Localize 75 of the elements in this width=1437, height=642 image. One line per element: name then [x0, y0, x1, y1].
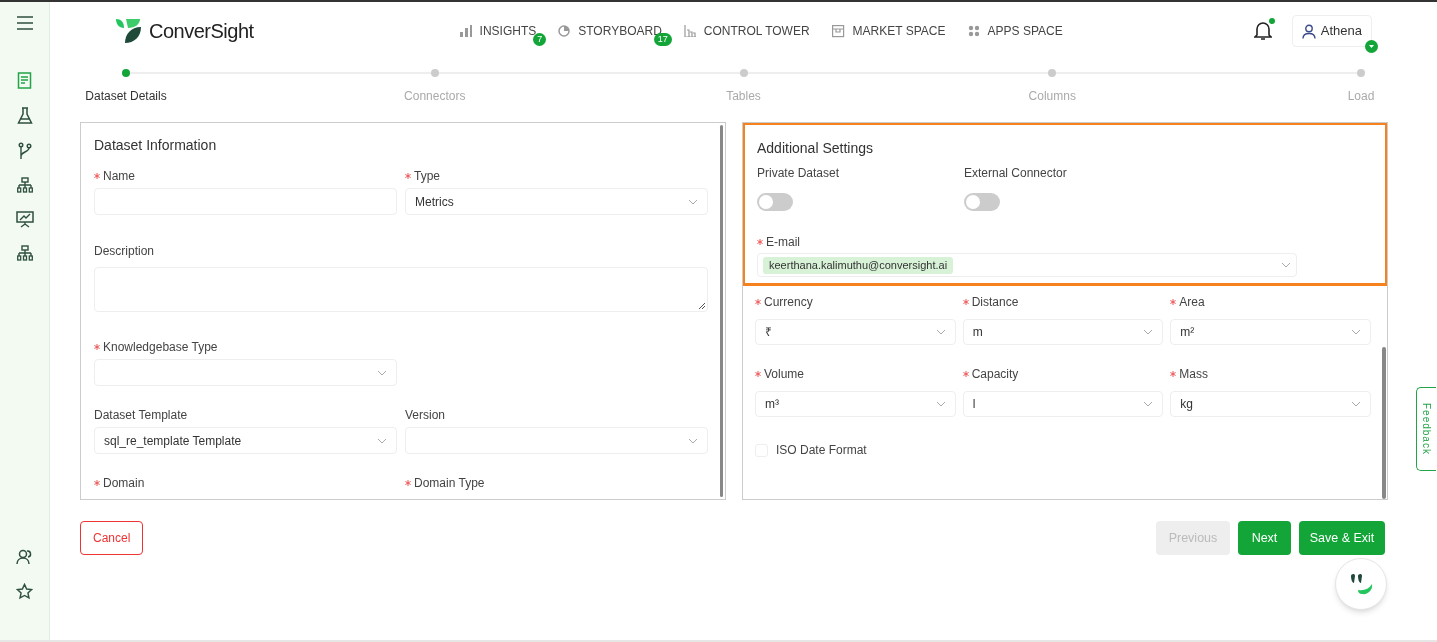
toggle-switch[interactable] [757, 193, 793, 211]
select-field[interactable]: kg [1170, 391, 1371, 417]
resize-handle-icon[interactable] [698, 302, 705, 309]
select-field[interactable]: m³ [755, 391, 956, 417]
field-label: Domain [103, 476, 145, 490]
scrollbar[interactable] [1382, 347, 1386, 499]
report-icon[interactable] [16, 72, 33, 90]
chevron-down-icon [377, 437, 387, 444]
flask-icon[interactable] [16, 107, 33, 125]
chat-button[interactable] [1335, 558, 1387, 610]
logo-icon [113, 17, 143, 45]
iso-date-format-checkbox[interactable]: ISO Date Format [743, 441, 1387, 459]
field-label: Volume [764, 367, 805, 381]
chat-logo-icon [1348, 572, 1374, 596]
select-field[interactable]: Metrics [405, 188, 708, 215]
field-label: Version [405, 408, 446, 422]
email-field[interactable]: keerthana.kalimuthu@conversight.ai [757, 253, 1297, 277]
chevron-down-icon [1281, 262, 1291, 268]
field-label: Type [414, 169, 440, 183]
users-icon[interactable] [16, 549, 33, 565]
cancel-button[interactable]: Cancel [80, 521, 144, 555]
description-field[interactable] [94, 267, 708, 312]
chevron-down-icon [1351, 401, 1361, 407]
field-label: Dataset Template [94, 408, 188, 422]
field-label: E-mail [766, 235, 800, 249]
branch-icon[interactable] [16, 142, 33, 160]
chevron-down-icon [935, 329, 946, 335]
field-label: External Connector [964, 166, 1068, 180]
field-label: Currency [764, 295, 813, 309]
nav-link[interactable]: MARKET SPACE [831, 22, 946, 40]
chevron-down-icon [688, 198, 698, 205]
chevron-down-icon [1143, 401, 1154, 407]
chevron-down-icon [1351, 329, 1361, 335]
presentation-icon[interactable] [15, 210, 34, 228]
field-label: Mass [1179, 367, 1208, 381]
email-chip[interactable]: keerthana.kalimuthu@conversight.ai [763, 256, 954, 274]
panel-title: Dataset Information [94, 137, 218, 153]
field-label: Name [103, 169, 135, 183]
field-label: Description [94, 244, 155, 258]
hierarchy-icon[interactable] [16, 177, 33, 193]
brand-name: ConverSight [149, 19, 254, 44]
nav-link[interactable]: CONTROL TOWER [683, 22, 810, 40]
chevron-down-icon [935, 401, 946, 407]
toggle-switch[interactable] [964, 193, 1000, 211]
chevron-down-icon [377, 369, 387, 376]
pie-chart-icon [558, 25, 571, 37]
select-field[interactable] [94, 359, 397, 386]
star-icon[interactable] [16, 583, 33, 600]
bar-chart-icon [459, 25, 472, 37]
chevron-down-icon [688, 437, 698, 444]
scrollbar[interactable] [720, 125, 723, 497]
select-field[interactable]: ₹ [755, 319, 956, 345]
nav-link[interactable]: APPS SPACE [967, 22, 1063, 40]
user-icon [1301, 23, 1316, 39]
notification-bell-icon[interactable] [1253, 21, 1272, 41]
store-icon [831, 24, 845, 38]
select-field[interactable] [405, 427, 708, 454]
dropdown-badge-icon [1365, 40, 1378, 53]
field-label: Capacity [971, 367, 1019, 381]
select-field[interactable]: l [962, 391, 1164, 417]
hierarchy-icon[interactable] [16, 245, 33, 261]
select-field[interactable]: sql_re_template Template [94, 427, 397, 454]
field-label: Distance [971, 295, 1019, 309]
select-field[interactable]: m² [1170, 319, 1371, 345]
panel-title: Additional Settings [757, 140, 874, 156]
chevron-down-icon [1143, 329, 1154, 335]
field-label: Domain Type [414, 476, 485, 490]
menu-icon[interactable] [16, 16, 33, 30]
select-field[interactable]: m [962, 319, 1164, 345]
field-label: Area [1179, 295, 1205, 309]
tower-icon [683, 25, 696, 37]
field-label: Knowledgebase Type [103, 340, 218, 354]
step-label[interactable]: Dataset Details [85, 87, 167, 105]
apps-icon [967, 25, 980, 37]
field-label: Private Dataset [757, 166, 841, 180]
